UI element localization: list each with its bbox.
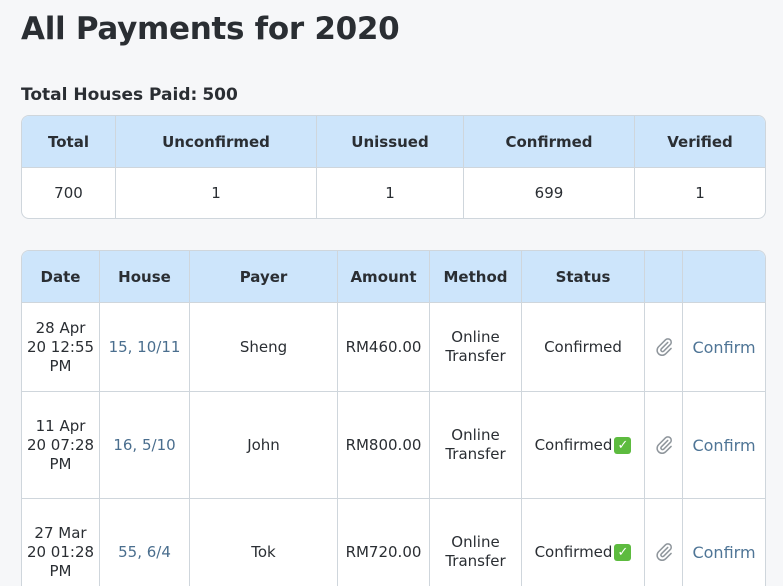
checkmark-icon: ✓ [614,543,632,561]
header-method: Method [430,251,522,302]
method-text: Online Transfer [445,328,506,365]
total-houses-paid: Total Houses Paid: 500 [21,85,238,105]
summary-values-row: 700 1 1 699 1 [22,168,765,218]
payments-header-row: Date House Payer Amount Method Status [22,251,765,303]
summary-header-total: Total [22,116,116,167]
house-link[interactable]: 16, 5/10 [113,436,175,454]
summary-value-unissued: 1 [317,168,464,218]
house-link[interactable]: 55, 6/4 [118,543,171,561]
summary-header-verified: Verified [635,116,765,167]
house-link[interactable]: 15, 10/11 [109,338,181,356]
table-row: 27 Mar 20 01:28 PM 55, 6/4 Tok RM720.00 … [22,499,765,586]
row-house: 55, 6/4 [100,499,190,586]
paperclip-icon[interactable] [645,303,683,391]
row-action: Confirm [683,499,765,586]
date-text: 27 Mar 20 01:28 PM [26,523,95,580]
confirm-link[interactable]: Confirm [692,543,755,562]
row-date: 11 Apr 20 07:28 PM [22,392,100,498]
page-title: All Payments for 2020 [21,11,400,47]
payments-table: Date House Payer Amount Method Status 28… [21,250,766,586]
method-text: Online Transfer [445,533,506,570]
row-amount: RM800.00 [338,392,430,498]
row-amount: RM720.00 [338,499,430,586]
summary-value-confirmed: 699 [464,168,635,218]
date-text: 11 Apr 20 07:28 PM [26,416,95,473]
summary-header-unissued: Unissued [317,116,464,167]
status-text: Confirmed [534,543,613,561]
summary-value-verified: 1 [695,184,705,202]
paperclip-icon[interactable] [645,499,683,586]
header-attachment [645,251,683,302]
row-action: Confirm [683,392,765,498]
total-houses-value: 500 [202,85,238,105]
paperclip-icon[interactable] [645,392,683,498]
row-method: Online Transfer [430,499,522,586]
row-action: Confirm [683,303,765,391]
row-house: 16, 5/10 [100,392,190,498]
header-payer: Payer [190,251,338,302]
checkmark-icon: ✓ [614,436,632,454]
summary-header-row: Total Unconfirmed Unissued Confirmed Ver… [22,116,765,168]
row-house: 15, 10/11 [100,303,190,391]
row-date: 28 Apr 20 12:55 PM [22,303,100,391]
summary-table: Total Unconfirmed Unissued Confirmed Ver… [21,115,766,219]
status-text: Confirmed [534,436,613,454]
header-amount: Amount [338,251,430,302]
confirm-link[interactable]: Confirm [692,338,755,357]
row-status: Confirmed ✓ [522,392,645,498]
row-payer: John [190,392,338,498]
header-house: House [100,251,190,302]
status-text: Confirmed [544,338,622,356]
summary-value-total: 700 [22,168,116,218]
date-text: 28 Apr 20 12:55 PM [26,318,95,375]
table-row: 28 Apr 20 12:55 PM 15, 10/11 Sheng RM460… [22,303,765,392]
row-date: 27 Mar 20 01:28 PM [22,499,100,586]
row-amount: RM460.00 [338,303,430,391]
row-payer: Sheng [190,303,338,391]
payments-page: All Payments for 2020 Total Houses Paid:… [0,0,783,586]
row-status: Confirmed ✓ [522,499,645,586]
row-method: Online Transfer [430,303,522,391]
table-row: 11 Apr 20 07:28 PM 16, 5/10 John RM800.0… [22,392,765,499]
summary-header-confirmed: Confirmed [464,116,635,167]
header-date: Date [22,251,100,302]
total-houses-label: Total Houses Paid: [21,85,198,105]
row-payer: Tok [190,499,338,586]
row-status: Confirmed [522,303,645,391]
confirm-link[interactable]: Confirm [692,436,755,455]
header-status: Status [522,251,645,302]
header-action [683,251,765,302]
summary-header-unconfirmed: Unconfirmed [116,116,317,167]
summary-value-unconfirmed: 1 [116,168,317,218]
row-method: Online Transfer [430,392,522,498]
method-text: Online Transfer [445,426,506,463]
